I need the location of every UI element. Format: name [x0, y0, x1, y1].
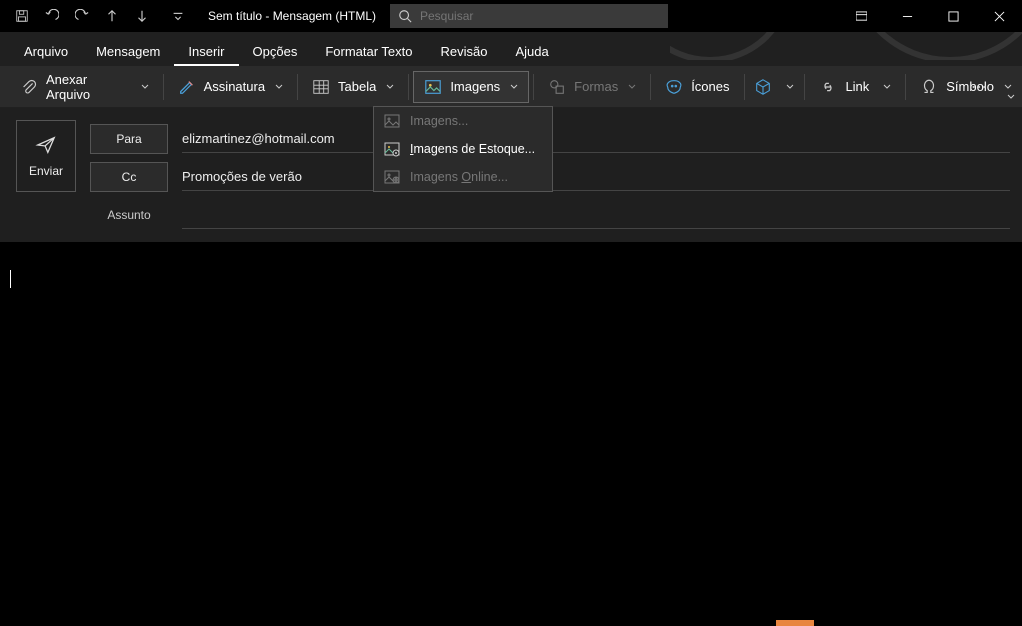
arrow-down-icon[interactable]: [128, 2, 156, 30]
send-icon: [35, 134, 57, 156]
cube-icon: [754, 78, 772, 96]
ribbon: Anexar Arquivo Assinatura Tabela Imagens…: [0, 66, 1022, 108]
table-icon: [312, 78, 330, 96]
link-icon: [819, 78, 837, 96]
stock-picture-icon: [384, 141, 400, 157]
omega-icon: [920, 78, 938, 96]
tab-inserir[interactable]: Inserir: [174, 36, 238, 66]
redo-icon[interactable]: [68, 2, 96, 30]
icons-label: Ícones: [691, 79, 729, 94]
shapes-label: Formas: [574, 79, 618, 94]
images-button[interactable]: Imagens: [413, 71, 529, 103]
paperclip-icon: [20, 78, 38, 96]
minimize-button[interactable]: [884, 0, 930, 32]
more-commands-button[interactable]: [962, 71, 996, 103]
ribbon-display-icon[interactable]: [838, 0, 884, 32]
attach-file-button[interactable]: Anexar Arquivo: [10, 71, 159, 103]
attach-file-label: Anexar Arquivo: [46, 72, 131, 102]
chevron-down-icon: [386, 83, 394, 91]
separator: [744, 74, 745, 100]
dropdown-images-file[interactable]: Imagens...: [374, 107, 552, 135]
icons-button[interactable]: Ícones: [655, 71, 739, 103]
images-dropdown: Imagens... Imagens de Estoque... Imagens…: [373, 106, 553, 192]
chevron-down-icon: [275, 83, 283, 91]
tab-mensagem[interactable]: Mensagem: [82, 36, 174, 66]
dropdown-stock-images[interactable]: Imagens de Estoque...: [374, 135, 552, 163]
dropdown-online-images[interactable]: Imagens Online...: [374, 163, 552, 191]
chevron-down-icon: [510, 83, 518, 91]
icons-icon: [665, 78, 683, 96]
3d-models-button[interactable]: [748, 71, 800, 103]
separator: [163, 74, 164, 100]
tab-formatar-texto[interactable]: Formatar Texto: [311, 36, 426, 66]
cc-button[interactable]: Cc: [90, 162, 168, 192]
cc-input[interactable]: [182, 163, 1010, 191]
to-input[interactable]: [182, 125, 1010, 153]
signature-icon: [178, 78, 196, 96]
search-input[interactable]: [420, 9, 660, 23]
signature-label: Assinatura: [204, 79, 265, 94]
window-title: Sem título - Mensagem (HTML): [208, 9, 376, 23]
dropdown-label: Imagens...: [410, 114, 468, 128]
search-box[interactable]: [390, 4, 668, 28]
separator: [650, 74, 651, 100]
separator: [804, 74, 805, 100]
maximize-button[interactable]: [930, 0, 976, 32]
online-picture-icon: [384, 169, 400, 185]
text-cursor: [10, 270, 11, 288]
close-button[interactable]: [976, 0, 1022, 32]
picture-icon: [384, 113, 400, 129]
table-button[interactable]: Tabela: [302, 71, 404, 103]
chevron-down-icon: [883, 83, 891, 91]
to-button[interactable]: Para: [90, 124, 168, 154]
shapes-icon: [548, 78, 566, 96]
separator: [533, 74, 534, 100]
dropdown-label: Imagens de Estoque...: [410, 142, 535, 156]
send-button[interactable]: Enviar: [16, 120, 76, 192]
ellipsis-icon: [970, 78, 988, 96]
subject-label: Assunto: [90, 208, 168, 222]
dropdown-label: Imagens Online...: [410, 170, 508, 184]
tab-ajuda[interactable]: Ajuda: [501, 36, 562, 66]
qat-customize-icon[interactable]: [164, 2, 192, 30]
title-bar: Sem título - Mensagem (HTML): [0, 0, 1022, 32]
undo-icon[interactable]: [38, 2, 66, 30]
separator: [408, 74, 409, 100]
bottom-accent: [776, 620, 814, 626]
chevron-down-icon: [141, 83, 149, 91]
tab-revisao[interactable]: Revisão: [427, 36, 502, 66]
picture-icon: [424, 78, 442, 96]
collapse-ribbon-button[interactable]: [1006, 92, 1016, 105]
subject-input[interactable]: [182, 201, 1010, 229]
chevron-down-icon: [1006, 92, 1016, 102]
shapes-button[interactable]: Formas: [538, 71, 646, 103]
chevron-down-icon: [786, 83, 794, 91]
save-icon[interactable]: [8, 2, 36, 30]
separator: [297, 74, 298, 100]
table-label: Tabela: [338, 79, 376, 94]
signature-button[interactable]: Assinatura: [168, 71, 293, 103]
link-label: Link: [845, 79, 869, 94]
images-label: Imagens: [450, 79, 500, 94]
link-button[interactable]: Link: [809, 71, 901, 103]
chevron-down-icon: [1004, 83, 1012, 91]
message-body[interactable]: [0, 242, 1022, 622]
arrow-up-icon[interactable]: [98, 2, 126, 30]
send-label: Enviar: [29, 164, 63, 178]
tab-opcoes[interactable]: Opções: [239, 36, 312, 66]
separator: [905, 74, 906, 100]
search-icon: [398, 9, 412, 23]
menu-bar: Arquivo Mensagem Inserir Opções Formatar…: [0, 32, 1022, 66]
chevron-down-icon: [628, 83, 636, 91]
tab-arquivo[interactable]: Arquivo: [10, 36, 82, 66]
